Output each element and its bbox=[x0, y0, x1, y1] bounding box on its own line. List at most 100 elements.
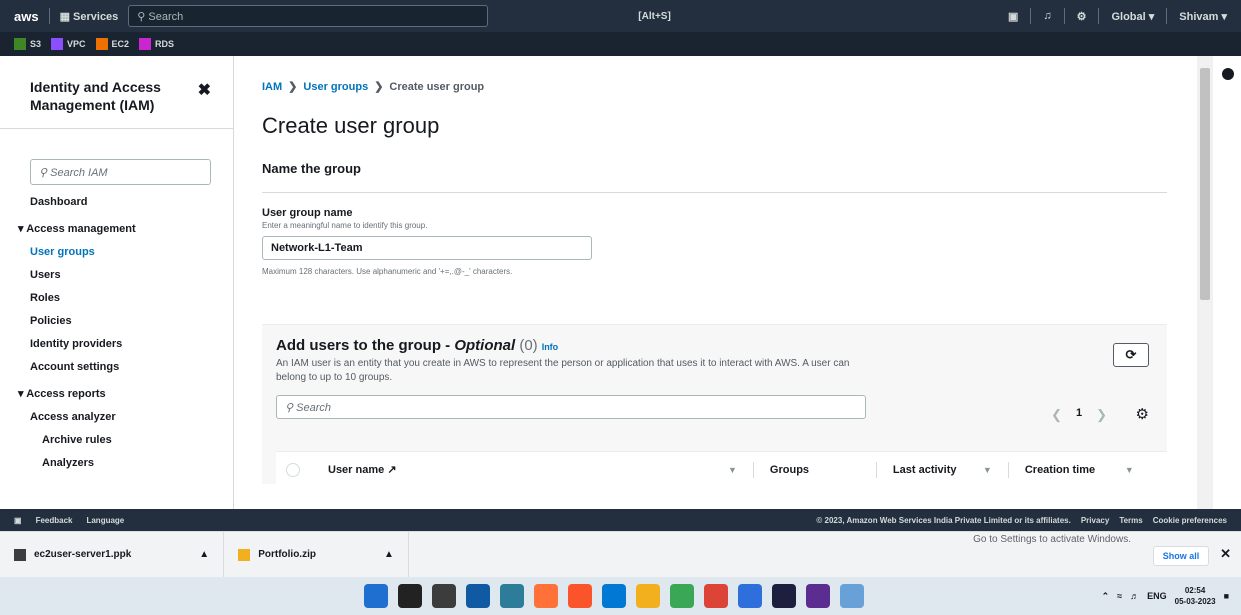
clock[interactable]: 02:54 05-03-2023 bbox=[1175, 585, 1216, 607]
chevron-up-icon[interactable]: ▲ bbox=[199, 549, 209, 560]
ec2-icon bbox=[95, 38, 108, 50]
chevron-up-icon[interactable]: ▲ bbox=[384, 549, 394, 560]
refresh-icon: ⟳ bbox=[1125, 347, 1137, 362]
users-search-input[interactable]: ⚲ Search bbox=[276, 395, 866, 419]
taskbar-app-icon[interactable] bbox=[398, 584, 422, 608]
region-menu[interactable]: Global ▾ bbox=[1111, 10, 1154, 23]
sort-caret-icon[interactable]: ▼ bbox=[983, 465, 992, 475]
privacy-link[interactable]: Privacy bbox=[1081, 516, 1109, 525]
services-menu[interactable]: ▦ Services bbox=[60, 10, 119, 23]
chevron-up-icon[interactable]: ⌃ bbox=[1102, 591, 1110, 602]
page-scrollbar[interactable] bbox=[1197, 56, 1213, 509]
scrollbar-thumb[interactable] bbox=[1200, 68, 1210, 300]
select-all-checkbox[interactable] bbox=[286, 462, 300, 477]
column-creation-time[interactable]: Creation time bbox=[1025, 464, 1125, 476]
sort-caret-icon[interactable]: ▼ bbox=[1125, 465, 1134, 475]
chevron-right-icon[interactable]: ❯ bbox=[1096, 407, 1107, 423]
download-item[interactable]: ec2user-server1.ppk ▲ bbox=[0, 531, 225, 578]
nav-right-group: ▣ ♫ ⚙ Global ▾ Shivam ▾ bbox=[1008, 8, 1227, 24]
footer-right: © 2023, Amazon Web Services India Privat… bbox=[816, 516, 1227, 525]
s3-icon bbox=[14, 38, 26, 50]
language-link[interactable]: Language bbox=[86, 516, 124, 525]
favorite-rds[interactable]: RDS bbox=[139, 38, 174, 50]
user-count: (0) bbox=[519, 337, 538, 354]
sidebar-item-roles[interactable]: Roles bbox=[30, 292, 211, 304]
taskbar-app-icon[interactable] bbox=[636, 584, 660, 608]
favorite-label: S3 bbox=[30, 39, 42, 49]
taskbar-app-icon[interactable] bbox=[806, 584, 830, 608]
show-all-button[interactable]: Show all bbox=[1153, 546, 1209, 566]
taskbar-app-icon[interactable] bbox=[534, 584, 558, 608]
info-link[interactable]: Info bbox=[542, 342, 559, 352]
chevron-left-icon[interactable]: ❮ bbox=[1051, 407, 1062, 423]
cookie-preferences-link[interactable]: Cookie preferences bbox=[1153, 516, 1227, 525]
sidebar-search-placeholder: Search IAM bbox=[50, 167, 108, 179]
taskbar-app-icon[interactable] bbox=[364, 584, 388, 608]
language-indicator[interactable]: ENG bbox=[1147, 591, 1167, 601]
favorites-bar: S3 VPC EC2 RDS bbox=[0, 32, 1241, 56]
favorite-vpc[interactable]: VPC bbox=[51, 38, 86, 50]
gear-icon[interactable]: ⚙ bbox=[1077, 10, 1087, 23]
sidebar-item-dashboard[interactable]: Dashboard bbox=[30, 196, 211, 208]
sidebar-item-archive-rules[interactable]: Archive rules bbox=[42, 434, 211, 446]
refresh-button[interactable]: ⟳ bbox=[1113, 343, 1149, 367]
taskbar-app-icon[interactable] bbox=[602, 584, 626, 608]
services-label: Services bbox=[73, 10, 119, 23]
sort-caret-icon[interactable]: ▼ bbox=[728, 465, 737, 475]
taskbar-app-icon[interactable] bbox=[840, 584, 864, 608]
breadcrumb-user-groups[interactable]: User groups bbox=[303, 81, 368, 93]
taskbar-app-icon[interactable] bbox=[500, 584, 524, 608]
column-last-activity[interactable]: Last activity bbox=[893, 464, 983, 476]
users-search-placeholder: Search bbox=[296, 402, 331, 414]
sidebar-section-access-reports[interactable]: ▾ Access reports bbox=[18, 387, 211, 400]
favorite-ec2[interactable]: EC2 bbox=[95, 38, 129, 50]
sidebar-item-users[interactable]: Users bbox=[30, 269, 211, 281]
aws-logo[interactable]: aws bbox=[14, 9, 39, 24]
group-name-input[interactable]: Network-L1-Team bbox=[262, 236, 592, 260]
page-number[interactable]: 1 bbox=[1076, 407, 1082, 423]
global-search-input[interactable]: ⚲ Search bbox=[128, 5, 489, 27]
favorite-s3[interactable]: S3 bbox=[14, 38, 41, 50]
column-groups[interactable]: Groups bbox=[770, 464, 860, 476]
account-label: Shivam bbox=[1179, 10, 1219, 23]
sidebar-title[interactable]: Identity and Access Management (IAM) bbox=[30, 78, 190, 114]
taskbar-app-icon[interactable] bbox=[432, 584, 456, 608]
cloudshell-link[interactable]: ▣ bbox=[14, 516, 22, 525]
sidebar-item-user-groups[interactable]: User groups bbox=[30, 246, 211, 258]
wifi-icon[interactable]: ≈ bbox=[1117, 591, 1122, 601]
ppk-file-icon bbox=[14, 548, 26, 561]
taskbar-app-icon[interactable] bbox=[704, 584, 728, 608]
sidebar-search-input[interactable]: ⚲ Search IAM bbox=[30, 159, 211, 185]
gear-icon[interactable]: ⚙ bbox=[1136, 405, 1149, 423]
close-icon[interactable]: ✕ bbox=[1220, 546, 1231, 562]
taskbar-app-icon[interactable] bbox=[670, 584, 694, 608]
sidebar-section-access-management[interactable]: ▾ Access management bbox=[18, 222, 211, 235]
sidebar-item-analyzers[interactable]: Analyzers bbox=[42, 457, 211, 469]
zip-folder-icon bbox=[238, 548, 251, 561]
feedback-link[interactable]: Feedback bbox=[36, 516, 73, 525]
breadcrumb-iam[interactable]: IAM bbox=[262, 81, 282, 93]
sidebar-item-policies[interactable]: Policies bbox=[30, 315, 211, 327]
bell-icon[interactable]: ♫ bbox=[1043, 10, 1051, 22]
section-label: Access reports bbox=[26, 388, 106, 400]
taskbar-app-icon[interactable] bbox=[738, 584, 762, 608]
download-item[interactable]: Portfolio.zip ▲ bbox=[224, 531, 409, 578]
taskbar-app-icon[interactable] bbox=[772, 584, 796, 608]
sidebar-item-account-settings[interactable]: Account settings bbox=[30, 361, 211, 373]
sidebar-item-identity-providers[interactable]: Identity providers bbox=[30, 338, 211, 350]
taskbar-app-icon[interactable] bbox=[466, 584, 490, 608]
taskbar-app-icon[interactable] bbox=[568, 584, 592, 608]
nav-divider bbox=[48, 8, 50, 24]
sidebar-item-access-analyzer[interactable]: Access analyzer bbox=[30, 411, 211, 423]
vpc-icon bbox=[51, 38, 64, 50]
cloudshell-icon[interactable]: ▣ bbox=[1008, 10, 1018, 23]
close-icon[interactable]: ✖ bbox=[198, 80, 211, 100]
copyright-text: © 2023, Amazon Web Services India Privat… bbox=[816, 515, 1071, 525]
volume-icon[interactable]: ♬ bbox=[1130, 591, 1139, 601]
help-icon[interactable] bbox=[1222, 68, 1234, 80]
terms-link[interactable]: Terms bbox=[1119, 516, 1142, 525]
notification-icon[interactable]: ■ bbox=[1224, 591, 1229, 601]
column-label: User name bbox=[328, 463, 385, 476]
column-user-name[interactable]: User name ↗ bbox=[328, 463, 728, 477]
account-menu[interactable]: Shivam ▾ bbox=[1179, 10, 1227, 23]
